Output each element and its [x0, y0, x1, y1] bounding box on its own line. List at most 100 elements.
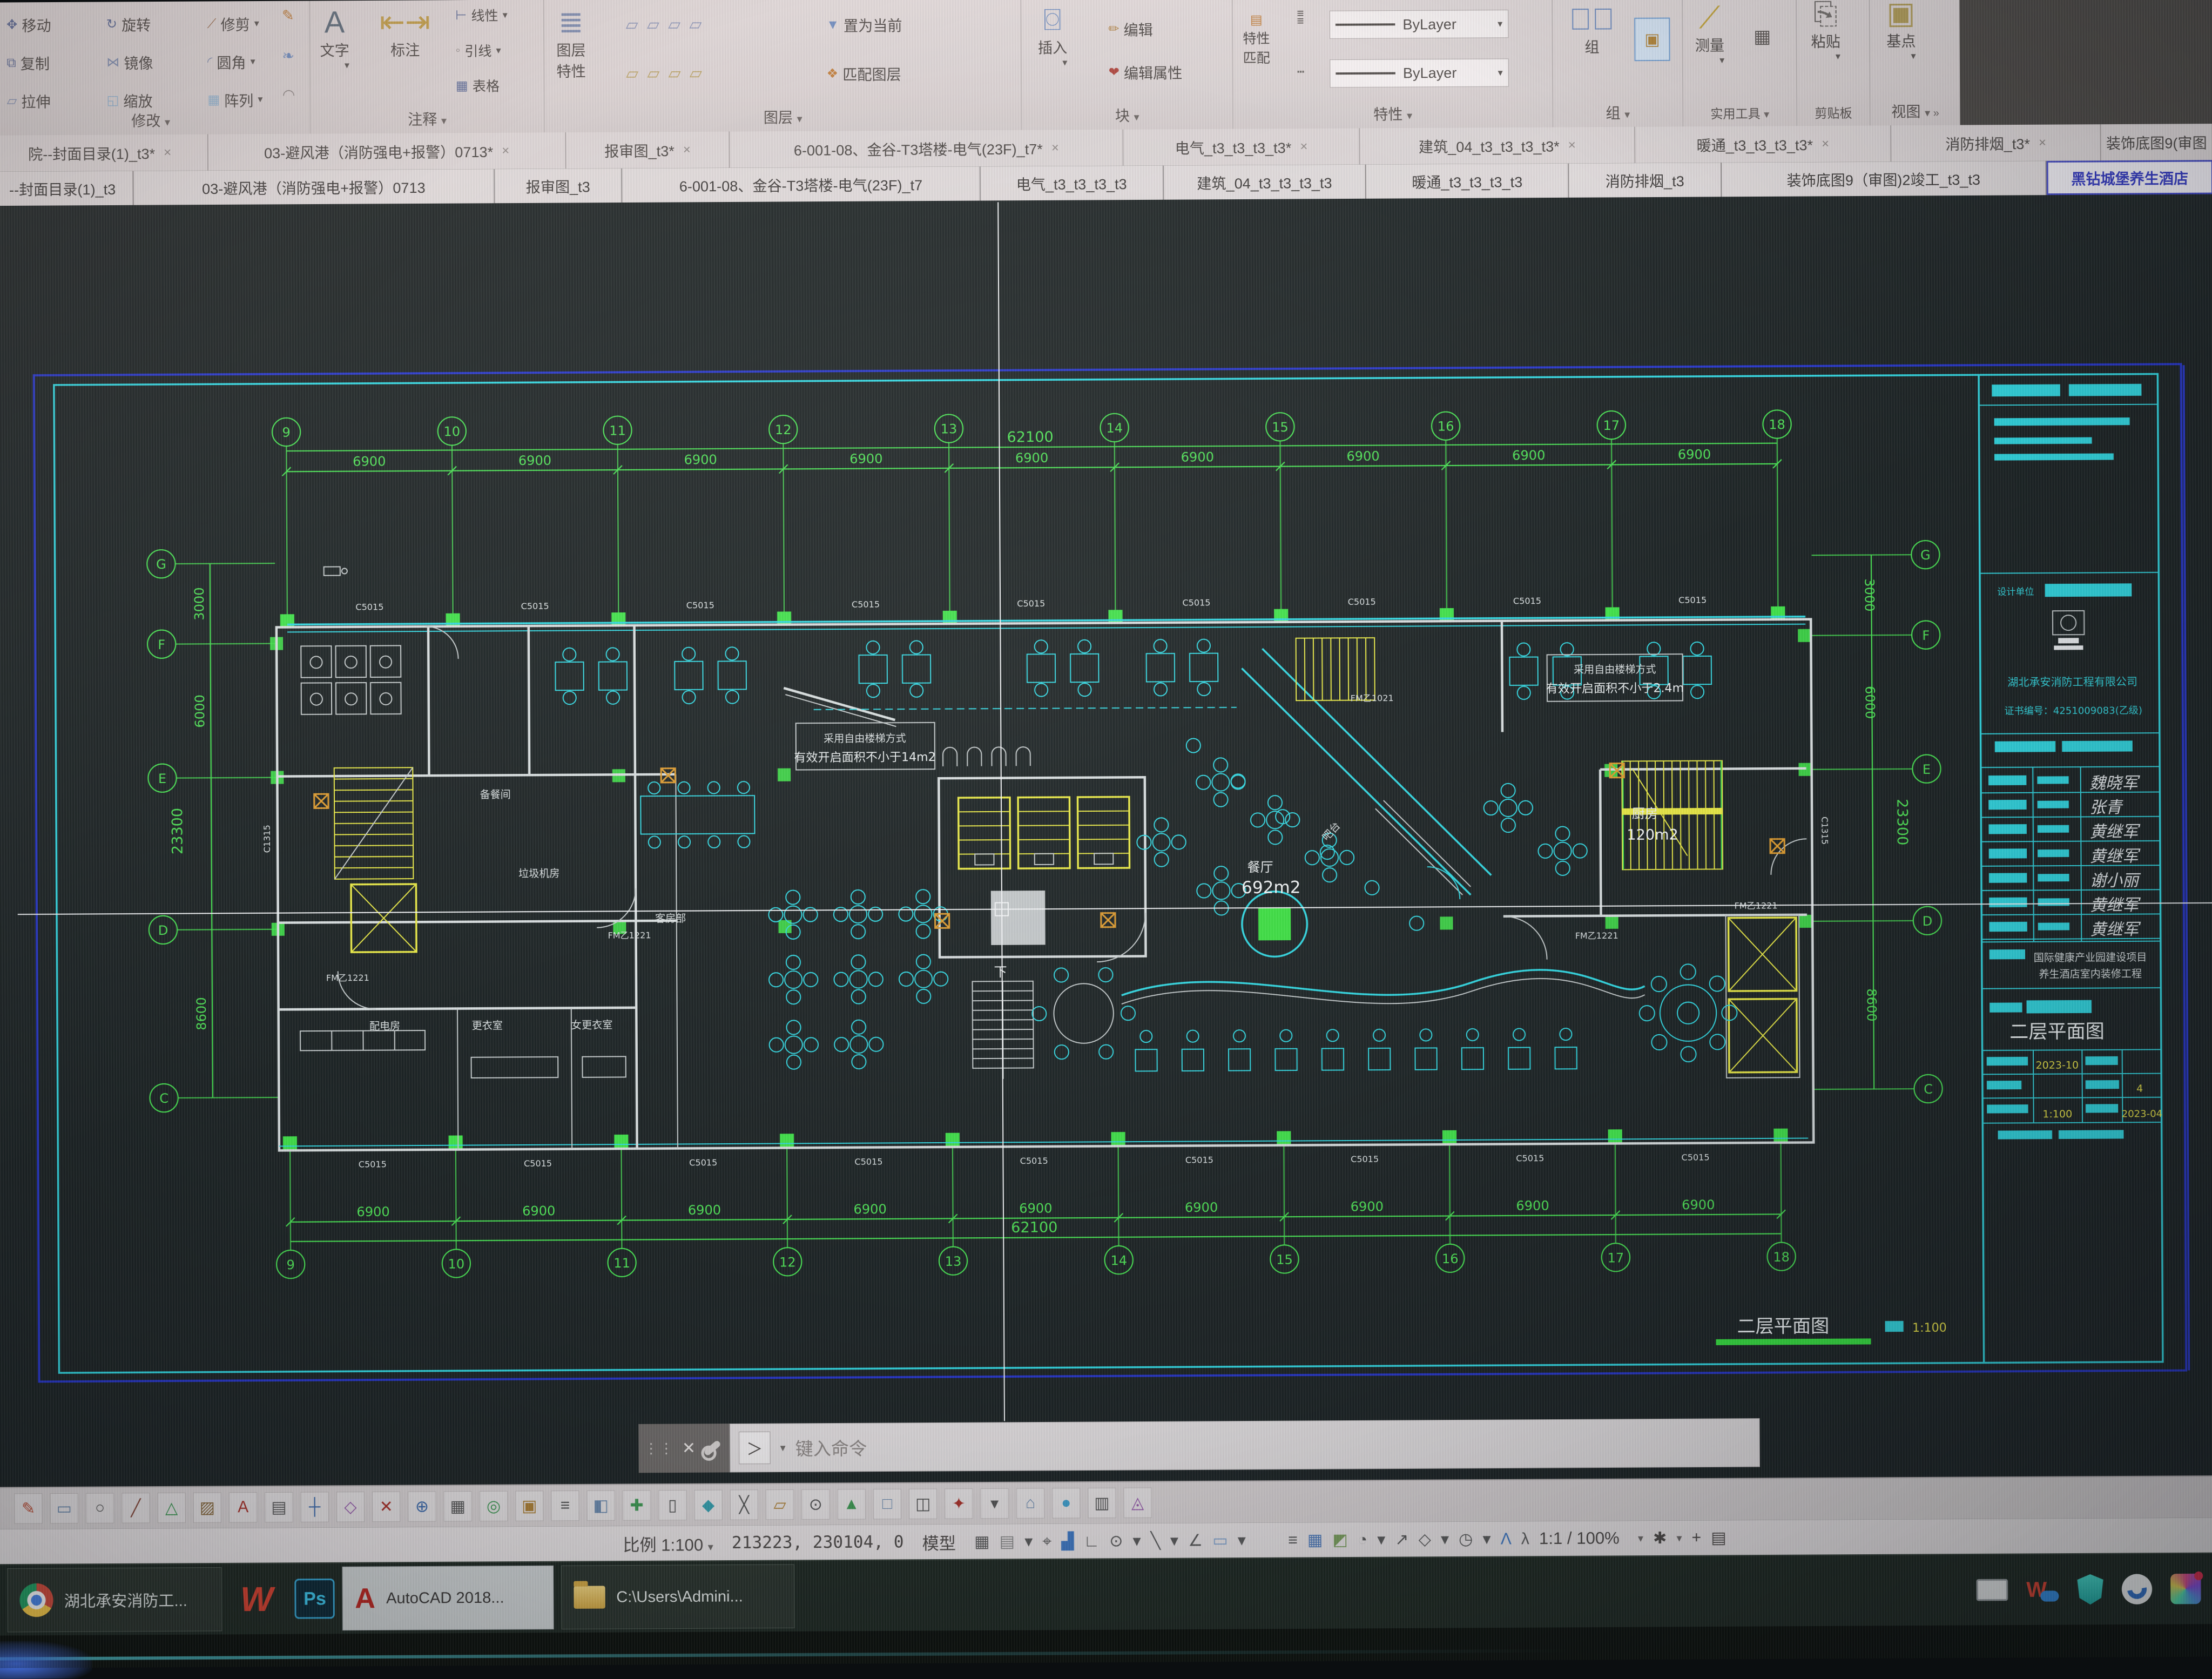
array-button[interactable]: ▦阵列▾	[207, 89, 262, 111]
tool-circle[interactable]: ○	[86, 1493, 114, 1523]
notification-app-icon[interactable]	[2170, 1574, 2201, 1604]
customize-list-icon[interactable]: ▤	[1711, 1528, 1727, 1547]
fillet-button[interactable]: ◜圆角▾	[207, 51, 255, 72]
gear-dropdown-icon[interactable]: ▾	[1676, 1531, 1682, 1545]
paste-button[interactable]: ⎘粘贴▾	[1811, 0, 1840, 63]
tool-hatch[interactable]: ▨	[193, 1492, 222, 1522]
drop4-icon[interactable]: ▾	[1238, 1531, 1246, 1550]
snap-icon[interactable]: ▤	[1000, 1532, 1015, 1551]
modify-panel-label[interactable]: 修改 ▾	[0, 108, 309, 131]
grid-icon[interactable]: ▦	[974, 1532, 990, 1551]
layout-tab[interactable]: 消防排烟_t3	[1569, 163, 1722, 198]
close-command-icon[interactable]: ✕	[682, 1439, 696, 1458]
tool-erase[interactable]: ✕	[372, 1492, 401, 1522]
lwt-icon[interactable]: ▭	[1212, 1531, 1228, 1550]
tool-ball[interactable]: ●	[1052, 1488, 1081, 1518]
taskbar-chrome-button[interactable]: 湖北承安消防工...	[7, 1567, 222, 1633]
layout-tab[interactable]: --封面目录(1)_t3	[0, 171, 134, 206]
drawing-tab[interactable]: 暖通_t3_t3_t3_t3*×	[1635, 125, 1891, 163]
input-method-icon[interactable]	[1977, 1579, 2008, 1601]
iso-icon[interactable]: ◇	[1419, 1530, 1431, 1549]
tab-close-icon[interactable]: ×	[2039, 135, 2046, 150]
rotate-button[interactable]: ↻旋转	[106, 14, 151, 35]
linetype-dropdown[interactable]: ByLayer▾	[1330, 58, 1509, 87]
taskbar-autocad-button[interactable]: A AutoCAD 2018...	[342, 1566, 554, 1631]
table-button[interactable]: ▦表格	[456, 76, 500, 96]
command-palette[interactable]: ⋮⋮ ✕ ＞ ▾ 键入命令	[638, 1418, 1760, 1473]
layout-tab[interactable]: 电气_t3_t3_t3_t3	[980, 166, 1164, 201]
stretch-button[interactable]: ▱拉伸	[7, 90, 51, 112]
group-select-toggle[interactable]: ▣	[1634, 18, 1670, 62]
transparency-icon[interactable]: ▦	[1307, 1530, 1323, 1549]
clock-icon[interactable]: ◷	[1459, 1530, 1473, 1549]
drawing-tab[interactable]: 6-001-08、金谷-T3塔楼-电气(23F)_t7*×	[730, 130, 1124, 168]
lineweight-stack-icon[interactable]: ≡≡	[1297, 10, 1304, 25]
drawing-tab[interactable]: 消防排烟_t3*×	[1891, 124, 2101, 161]
properties-panel-label[interactable]: 特性 ▾	[1233, 102, 1553, 124]
layers-panel-label[interactable]: 图层 ▾	[545, 104, 1021, 128]
dyn-icon[interactable]: ▟	[1061, 1532, 1074, 1551]
wps-icon[interactable]: W	[240, 1579, 273, 1620]
tool-down[interactable]: ▾	[980, 1488, 1009, 1519]
array-dropdown-icon[interactable]: ▾	[258, 94, 262, 105]
mirror-button[interactable]: ⋈镜像	[106, 51, 153, 73]
view-panel-label[interactable]: 视图 ▾ »	[1871, 99, 1960, 121]
layer-tools-row2[interactable]: ▱▱▱▱	[626, 64, 711, 83]
tool-list[interactable]: ≡	[551, 1491, 579, 1521]
viewport-zoom[interactable]: 1:1 / 100%	[1539, 1528, 1620, 1548]
drawing-tab[interactable]: 装饰底图9(审图	[2101, 124, 2212, 160]
tool-rows[interactable]: ▥	[1088, 1488, 1116, 1518]
angle-icon[interactable]: ∠	[1188, 1531, 1203, 1550]
trim-button[interactable]: ⟋修剪▾	[207, 13, 259, 35]
utilities-panel-label[interactable]: 实用工具 ▾	[1683, 103, 1796, 122]
drop5-icon[interactable]: ▾	[1377, 1530, 1385, 1549]
tab-close-icon[interactable]: ×	[164, 145, 171, 160]
tool-up[interactable]: ▲	[837, 1489, 866, 1519]
layer-properties-button[interactable]: ≣ 图层特性	[556, 6, 586, 81]
match-props-button[interactable]: ▤ 特性匹配	[1243, 12, 1270, 67]
match-layer-button[interactable]: ❖匹配图层	[827, 63, 901, 84]
tool-block[interactable]: ▣	[515, 1491, 544, 1521]
layout-tab[interactable]: 暖通_t3_t3_t3_t3	[1366, 164, 1569, 199]
track-icon[interactable]: ╲	[1151, 1532, 1161, 1550]
drawing-tab[interactable]: 建筑_04_t3_t3_t3_t3*×	[1360, 127, 1636, 165]
settings-gear-icon[interactable]: ✱	[1653, 1528, 1667, 1547]
drawing-tab[interactable]: 报审图_t3*×	[566, 131, 730, 168]
groups-panel-label[interactable]: 组 ▾	[1553, 101, 1682, 123]
measure-button[interactable]: ⟋测量▾	[1695, 1, 1724, 66]
tab-close-icon[interactable]: ×	[502, 143, 509, 158]
brush-icon[interactable]: ❧	[282, 48, 294, 64]
drawing-tab[interactable]: 电气_t3_t3_t3_t3*×	[1124, 128, 1360, 166]
layer-tools-row1[interactable]: ▱▱▱▱	[626, 15, 711, 35]
calculator-icon[interactable]: ▦	[1754, 26, 1771, 48]
tool-home[interactable]: ⌂	[1016, 1488, 1045, 1518]
lasso-icon[interactable]: ◠	[282, 86, 295, 103]
isolate-plus-icon[interactable]: +	[1691, 1528, 1701, 1547]
tool-skew[interactable]: ▱	[766, 1489, 794, 1520]
command-grip[interactable]: ⋮⋮ ✕	[638, 1424, 730, 1473]
browser-swirl-icon[interactable]	[2122, 1574, 2153, 1604]
move-button[interactable]: ✥移动	[6, 14, 51, 36]
annot2-icon[interactable]: λ	[1521, 1530, 1529, 1548]
insert-button[interactable]: ⌼插入▾	[1038, 3, 1068, 69]
tool-star[interactable]: ✦	[945, 1488, 973, 1519]
model-space-button[interactable]: 模型	[922, 1529, 956, 1554]
edit-attr-button[interactable]: ❤编辑属性	[1109, 62, 1183, 83]
trim-dropdown-icon[interactable]: ▾	[254, 18, 259, 29]
arrow-icon[interactable]: ↗	[1395, 1530, 1408, 1549]
polar-icon[interactable]: ⊙	[1109, 1532, 1123, 1550]
layout-tab-active[interactable]: 黑钻城堡养生酒店	[2046, 160, 2212, 195]
tool-gem[interactable]: ◆	[694, 1490, 723, 1520]
tool-osnap[interactable]: ⊕	[408, 1491, 436, 1521]
command-dropdown-icon[interactable]: ▾	[780, 1441, 785, 1454]
annot-icon[interactable]: Λ	[1501, 1530, 1512, 1548]
block-panel-label[interactable]: 块 ▾	[1022, 103, 1232, 125]
infer-icon[interactable]: ⌖	[1042, 1533, 1051, 1551]
drop2-icon[interactable]: ▾	[1132, 1532, 1141, 1550]
drawing-tab[interactable]: 院--封面目录(1)_t3*×	[0, 134, 208, 172]
tool-target[interactable]: ◎	[480, 1491, 508, 1521]
fillet-dropdown-icon[interactable]: ▾	[250, 56, 255, 67]
tool-text[interactable]: A	[229, 1492, 258, 1522]
tool-grid[interactable]: ┼	[300, 1492, 329, 1522]
scale-control[interactable]: 比例 1:100 ▾	[623, 1530, 713, 1555]
